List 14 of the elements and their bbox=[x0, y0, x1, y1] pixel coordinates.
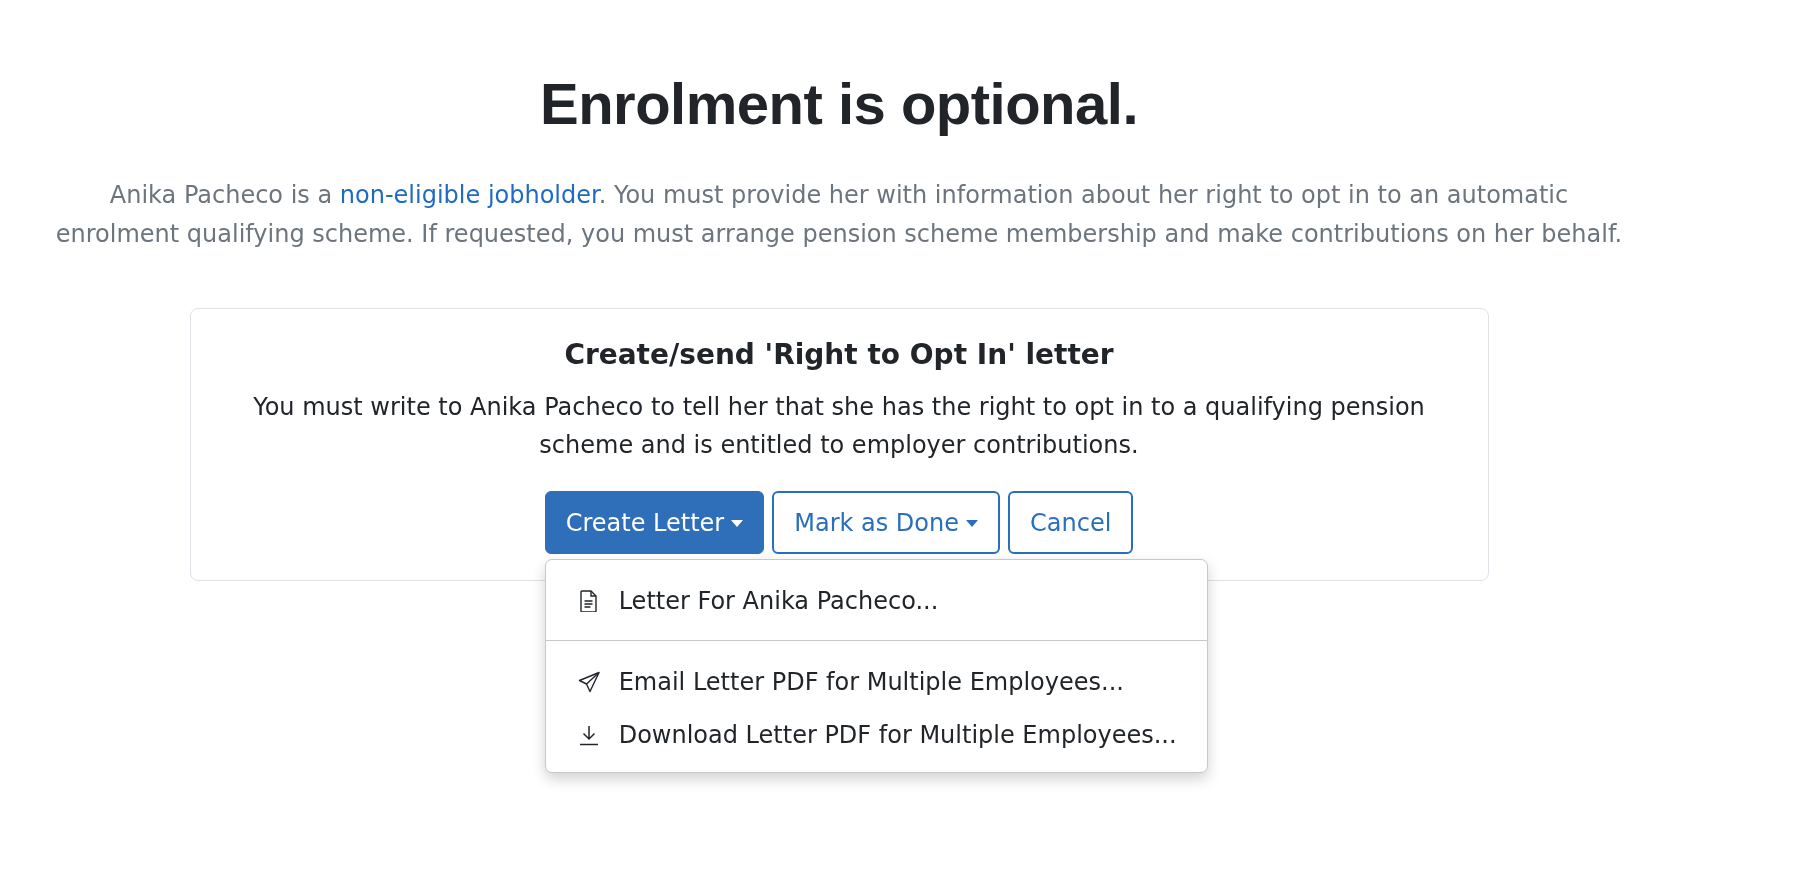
download-icon bbox=[577, 723, 600, 746]
card-text: You must write to Anika Pacheco to tell her that she has the right to opt in to a qualifying pension scheme and is entitled to employer contributions. bbox=[252, 392, 1426, 461]
intro-text: Anika Pacheco is a non-eligible jobholder. You must provide her with information about her right to opt in to an automatic enrolment qualifying scheme. If requested, you must arrange pension scheme membership and make contributions on her behalf. bbox=[54, 180, 1624, 250]
page-heading: Enrolment is optional. bbox=[540, 70, 1138, 138]
document-icon bbox=[577, 590, 600, 612]
menu-item[interactable]: Download Letter PDF for Multiple Employees... bbox=[545, 708, 1207, 761]
menu-item[interactable]: Email Letter PDF for Multiple Employees... bbox=[545, 655, 1207, 708]
cancel-button[interactable]: Cancel bbox=[1008, 491, 1134, 554]
jobholder-link[interactable]: non-eligible jobholder bbox=[339, 181, 599, 209]
dropdown-button[interactable]: Mark as Done bbox=[772, 491, 1000, 554]
dropdown-button[interactable]: Create Letter bbox=[544, 491, 765, 554]
paper-plane-icon bbox=[577, 670, 600, 693]
menu-item[interactable]: Letter For Anika Pacheco... bbox=[545, 570, 1207, 632]
card-title: Create/send 'Right to Opt In' letter bbox=[564, 337, 1114, 373]
